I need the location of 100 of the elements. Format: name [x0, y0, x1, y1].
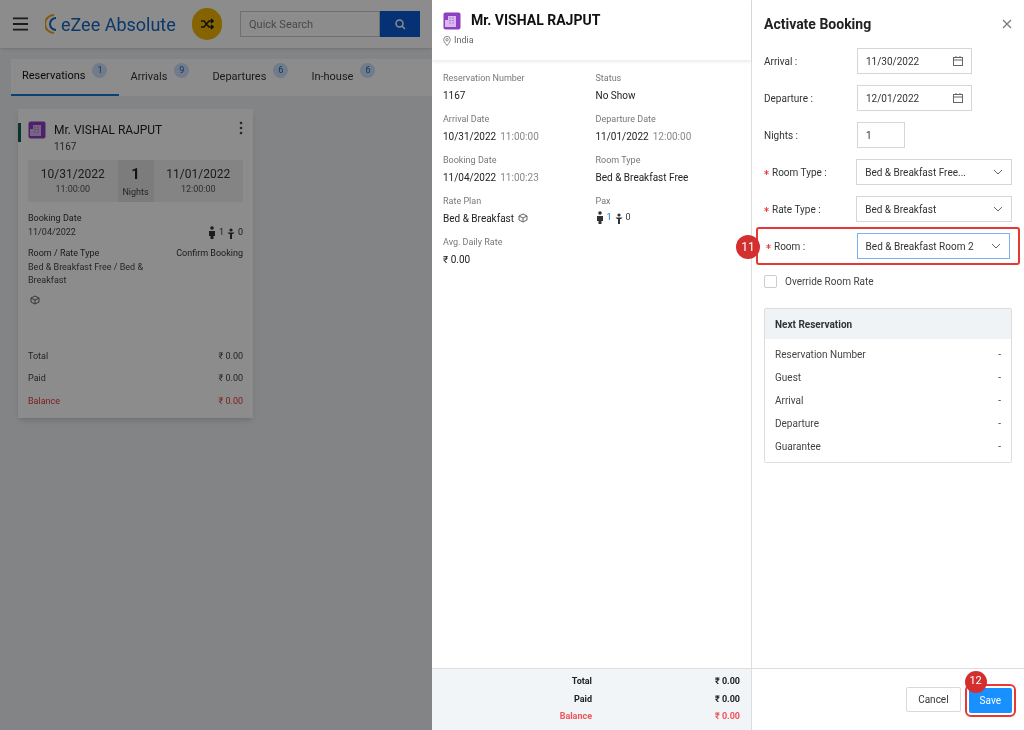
child-icon [614, 213, 623, 224]
child-count: 0 [625, 210, 631, 224]
field-label: Room / Rate Type [28, 247, 101, 260]
total-label: Total [570, 675, 592, 689]
row-value: - [998, 440, 1001, 454]
arrival-date: 10/31/2022 [39, 166, 106, 184]
total-value: ₹ 0.00 [713, 692, 740, 706]
search-icon [394, 18, 406, 30]
input-field[interactable]: 1 [857, 122, 905, 148]
field-value: 11/01/2022 [595, 129, 649, 144]
shuffle-icon [199, 18, 214, 30]
search-button[interactable] [380, 11, 420, 37]
tab[interactable]: Arrivals 9 [119, 59, 202, 96]
total-label: Paid [28, 372, 46, 385]
tab[interactable]: Departures 6 [201, 59, 301, 96]
total-value: ₹ 0.00 [218, 394, 243, 408]
time-text: 11:00:00 [54, 183, 92, 197]
chevron-down-icon [993, 169, 1003, 175]
total-value: ₹ 0.00 [218, 349, 243, 363]
field-value: Bed & Breakfast Free [595, 170, 689, 185]
row-label: Departure [775, 417, 819, 431]
chevron-down-icon [993, 206, 1003, 212]
guest-name: Mr. VISHAL RAJPUT [471, 11, 601, 30]
field-value: No Show [595, 88, 636, 103]
app-name: eZee Absolute [60, 12, 176, 37]
field-value: 11/04/2022 [443, 170, 497, 185]
checkbox[interactable] [764, 275, 777, 288]
time-text: 11:00:00 [500, 129, 539, 144]
time-text: 11:00:23 [500, 170, 539, 185]
field-value: ₹ 0.00 [443, 252, 471, 267]
row-label: Reservation Number [775, 348, 866, 362]
departure-date: 11/01/2022 [165, 166, 232, 184]
field-label: Pax [595, 195, 612, 208]
field-value: Bed & Breakfast Free / Bed & Breakfast [28, 260, 144, 287]
adult-icon [207, 226, 216, 239]
field-value: 1167 [443, 88, 466, 103]
tab[interactable]: In-house 6 [300, 59, 388, 96]
adult-count: 1 [218, 225, 224, 239]
close-icon[interactable] [1002, 19, 1012, 29]
select-field[interactable]: Bed & Breakfast [856, 196, 1012, 222]
menu-icon[interactable] [12, 17, 29, 31]
tab[interactable]: Reservations 1 [11, 59, 120, 96]
card-title: Next Reservation [765, 309, 1011, 339]
count-badge: 6 [273, 63, 289, 78]
field-value: Bed & Breakfast [443, 211, 515, 226]
input-field[interactable]: 12/01/2022 [857, 85, 972, 111]
field-label: Departure : [764, 91, 813, 106]
hotel-icon [443, 11, 461, 30]
count-badge: 9 [174, 63, 190, 78]
total-label: Balance [28, 394, 61, 408]
row-label: Guarantee [775, 440, 821, 454]
row-value: - [998, 394, 1001, 408]
location-pin-icon [443, 35, 451, 46]
reservation-number: 1167 [54, 140, 78, 154]
adult-icon [595, 211, 604, 224]
calendar-icon[interactable] [953, 56, 963, 66]
count-badge: 1 [92, 63, 108, 78]
field-label: Room : [774, 239, 806, 254]
field-label: Arrival : [764, 54, 798, 69]
more-icon[interactable] [239, 121, 243, 135]
field-value: 10/31/2022 [443, 129, 497, 144]
shuffle-button[interactable] [191, 8, 222, 40]
calendar-icon[interactable] [953, 93, 963, 103]
field-label: Booking Date [28, 212, 82, 225]
input-field[interactable]: 11/30/2022 [857, 48, 972, 74]
field-label: Rate Type : [772, 202, 821, 217]
field-label: Rate Plan [443, 195, 483, 208]
row-value: - [998, 348, 1001, 362]
nights-label: Nights [121, 185, 150, 199]
field-label: Reservation Number [443, 72, 526, 85]
cancel-button[interactable]: Cancel [906, 687, 961, 712]
package-icon [518, 213, 529, 223]
row-value: - [998, 417, 1001, 431]
adult-count: 1 [606, 210, 612, 224]
field-label: Booking Date [443, 154, 498, 167]
total-label: Paid [572, 692, 592, 706]
total-label: Balance [558, 710, 592, 724]
count-badge: 6 [360, 63, 376, 78]
field-label: Room Type : [772, 165, 827, 180]
total-value: ₹ 0.00 [713, 675, 740, 689]
row-label: Arrival [775, 394, 804, 408]
child-icon [226, 228, 235, 239]
checkbox-label: Override Room Rate [785, 275, 874, 289]
step-badge: 12 [964, 670, 987, 693]
logo-icon [44, 14, 57, 34]
time-text: 12:00:00 [652, 129, 692, 144]
select-field[interactable]: Bed & Breakfast Free... [856, 159, 1012, 185]
time-text: 12:00:00 [179, 183, 217, 197]
step-badge: 11 [736, 235, 760, 259]
field-label: Nights : [764, 128, 799, 143]
chevron-down-icon [991, 243, 1001, 249]
status-text: Confirm Booking [176, 247, 243, 260]
field-label: Avg. Daily Rate [443, 236, 504, 249]
panel-title: Activate Booking [764, 14, 872, 34]
child-count: 0 [237, 225, 243, 239]
row-label: Guest [775, 371, 802, 385]
package-icon [30, 295, 40, 306]
field-label: Room Type [595, 154, 642, 167]
select-field[interactable]: Bed & Breakfast Room 2 [856, 233, 1010, 259]
total-value: ₹ 0.00 [713, 710, 740, 724]
